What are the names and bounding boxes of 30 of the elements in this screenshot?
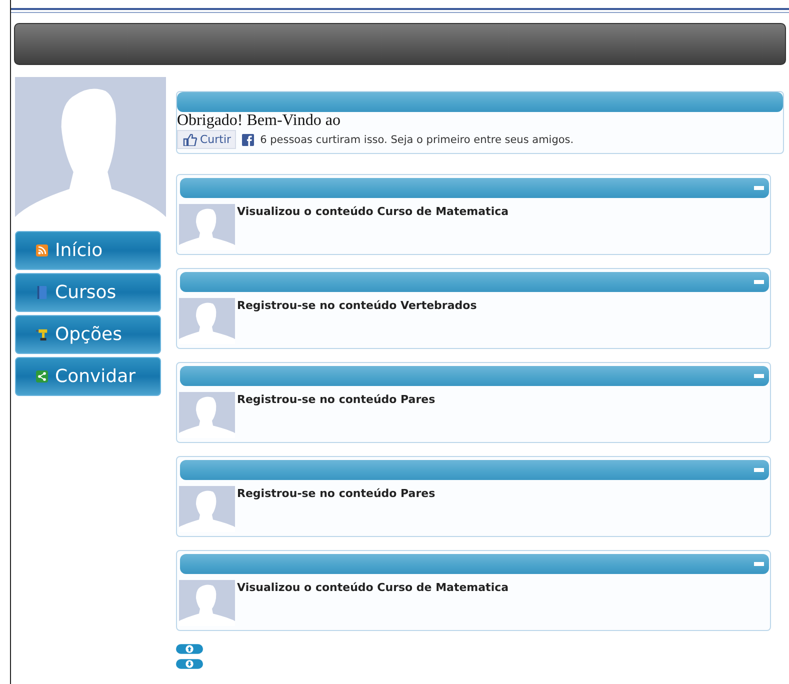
activity-text: Visualizou o conteúdo Curso de Matematica (237, 205, 509, 220)
avatar-silhouette (179, 298, 235, 344)
collapse-icon[interactable] (754, 186, 764, 190)
welcome-text: Obrigado! Bem-Vindo ao (177, 112, 340, 130)
facebook-icon (242, 134, 254, 146)
activity-text: Visualizou o conteúdo Curso de Matematica (237, 581, 509, 596)
activity-text: Registrou-se no conteúdo Vertebrados (237, 299, 477, 314)
share-icon (36, 370, 48, 383)
menu-button[interactable]: Cursos (15, 273, 161, 312)
avatar-silhouette (179, 580, 235, 626)
collapse-icon[interactable] (754, 562, 764, 566)
collapse-icon[interactable] (754, 280, 764, 284)
activity-text: Registrou-se no conteúdo Pares (237, 487, 436, 502)
avatar-silhouette (179, 486, 235, 532)
book-icon (36, 286, 48, 299)
scroll-down-button[interactable] (176, 659, 203, 669)
menu-button[interactable]: Convidar (15, 357, 161, 396)
menu-button[interactable]: Início (15, 231, 161, 270)
collapse-icon[interactable] (754, 468, 764, 472)
drill-icon (36, 328, 48, 341)
thumbs-up-icon (183, 134, 197, 146)
like-count-text: 6 pessoas curtiram isso. Seja o primeiro entre seus amigos. (260, 134, 574, 146)
avatar-silhouette (179, 392, 235, 438)
collapse-icon[interactable] (754, 374, 764, 378)
scroll-up-button[interactable] (176, 644, 203, 654)
menu-button[interactable]: Opções (15, 315, 161, 354)
like-button[interactable]: Curtir (177, 130, 236, 149)
rss-icon (36, 244, 48, 257)
avatar-silhouette (179, 204, 235, 250)
activity-text: Registrou-se no conteúdo Pares (237, 393, 436, 408)
